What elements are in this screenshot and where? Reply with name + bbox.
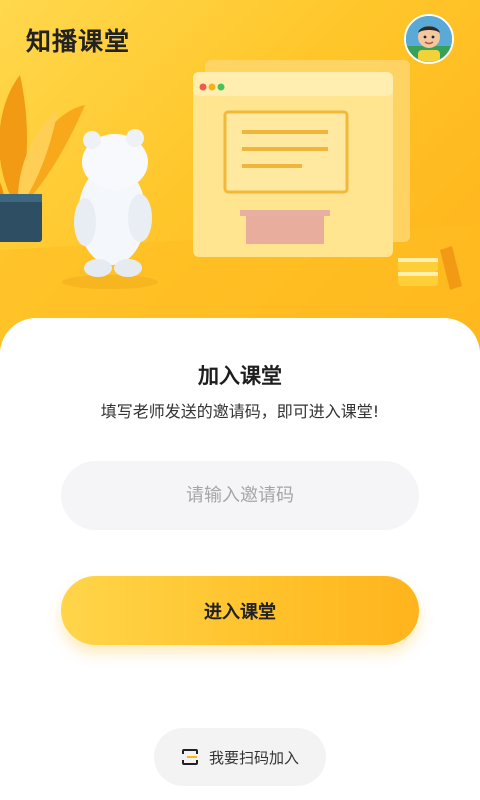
join-class-subtitle: 填写老师发送的邀请码，即可进入课堂! [100,402,380,421]
join-class-card: 加入课堂 填写老师发送的邀请码，即可进入课堂! 进入课堂 我要扫码加入 [0,318,480,800]
invite-code-input[interactable] [61,461,419,530]
screen-board-illustration [193,60,410,257]
scan-code-icon [181,749,198,765]
plant-illustration [0,75,85,242]
hero-banner: 知播课堂 [0,0,480,350]
child-avatar-image [406,16,452,62]
join-class-title: 加入课堂 [198,364,282,388]
user-avatar[interactable] [404,14,454,64]
scan-to-join-label: 我要扫码加入 [208,748,299,767]
app-title: 知播课堂 [26,27,131,56]
join-classroom-screen: 知播课堂 加入课堂 填写老师发送的邀请码，即可进入课堂! 进入课堂 [0,0,480,800]
enter-class-button[interactable]: 进入课堂 [61,576,419,645]
scan-to-join-button[interactable]: 我要扫码加入 [154,728,326,786]
